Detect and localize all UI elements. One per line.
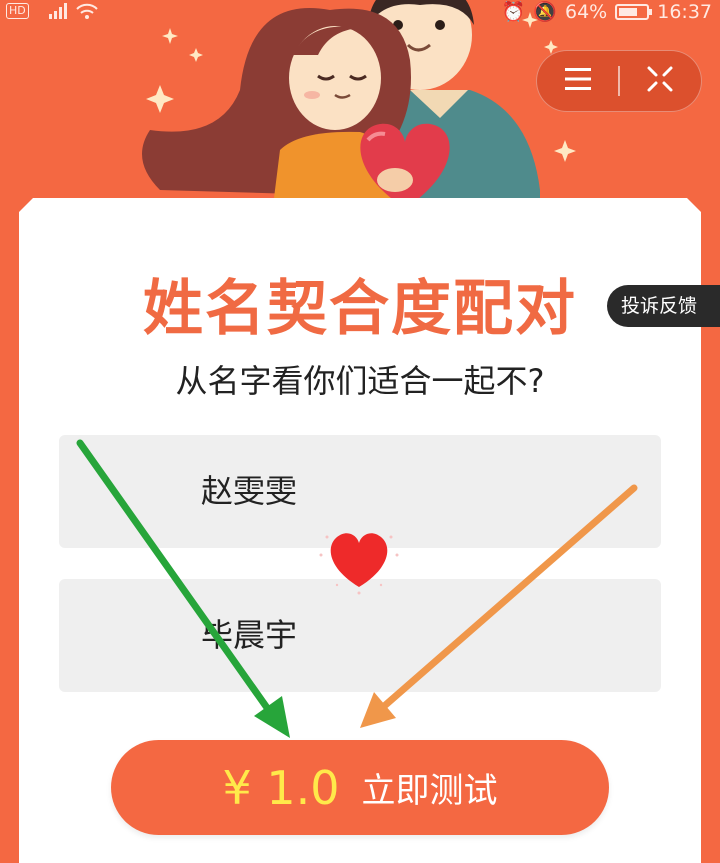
card-notch xyxy=(687,198,701,212)
couple-illustration xyxy=(142,0,576,230)
card-notch xyxy=(19,198,33,212)
page-title: 姓名契合度配对 xyxy=(143,274,577,344)
test-now-button[interactable]: ¥ 1.0 立即测试 xyxy=(111,740,609,835)
menu-icon xyxy=(563,66,593,96)
heart-icon xyxy=(317,525,401,595)
second-name-field[interactable]: 毕晨宇 xyxy=(59,579,661,692)
price-label: ¥ 1.0 xyxy=(222,760,340,815)
close-button[interactable] xyxy=(620,50,701,112)
close-target-icon xyxy=(645,64,675,98)
test-now-label: 立即测试 xyxy=(361,771,498,811)
complaint-button[interactable]: 投诉反馈 xyxy=(607,285,720,327)
capsule-menu xyxy=(536,50,702,112)
menu-button[interactable] xyxy=(537,50,618,112)
page-subtitle: 从名字看你们适合一起不? xyxy=(175,362,545,400)
